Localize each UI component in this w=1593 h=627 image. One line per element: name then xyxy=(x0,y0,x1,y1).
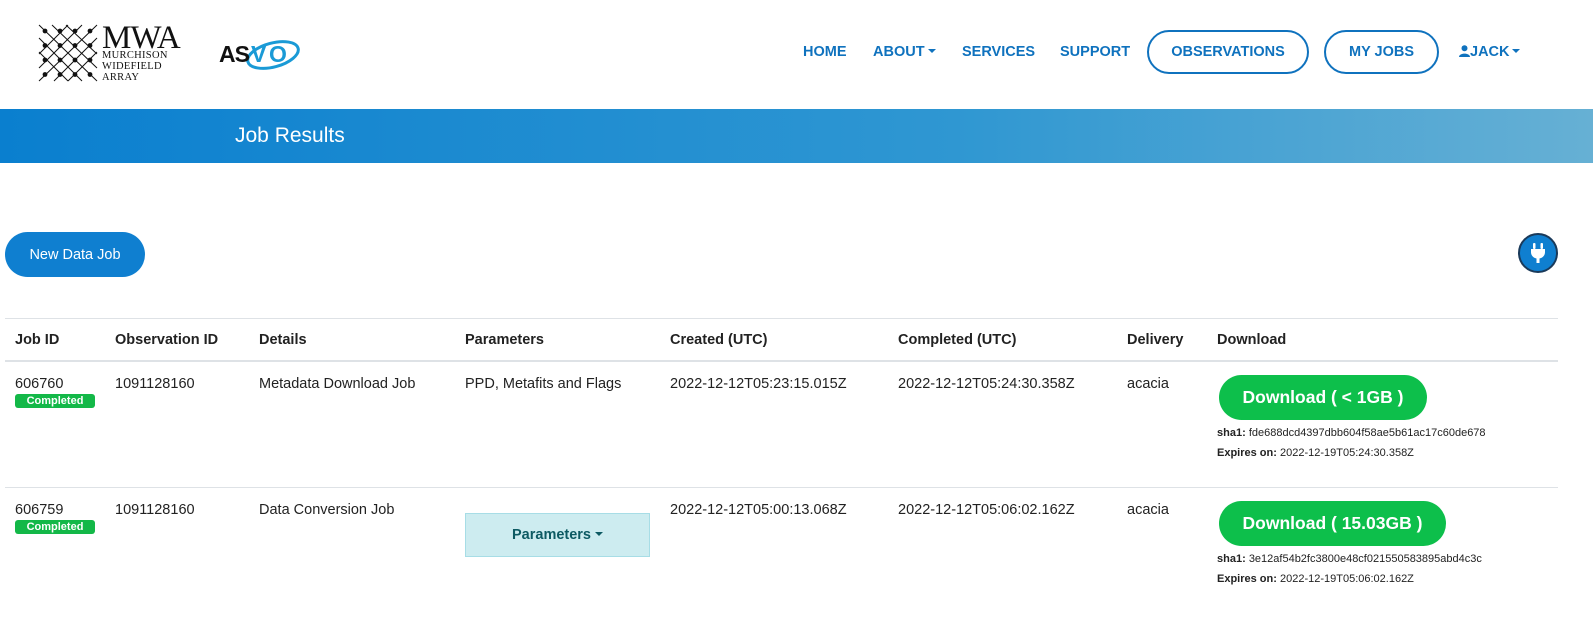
nav-about-label: ABOUT xyxy=(873,44,925,60)
header-download: Download xyxy=(1217,332,1287,348)
download-button[interactable]: Download ( < 1GB ) xyxy=(1219,375,1427,420)
mwa-subtitle: MURCHISON WIDEFIELD ARRAY xyxy=(102,50,168,83)
sha1-label: sha1: xyxy=(1217,553,1246,565)
status-badge: Completed xyxy=(15,394,95,408)
status-badge: Completed xyxy=(15,520,95,534)
my-jobs-button[interactable]: MY JOBS xyxy=(1324,30,1439,74)
svg-text:O: O xyxy=(269,41,287,67)
expires-value: 2022-12-19T05:06:02.162Z xyxy=(1279,573,1414,585)
chevron-down-icon xyxy=(595,532,603,536)
header-completed: Completed (UTC) xyxy=(898,332,1017,348)
mwa-line-1: MURCHISON xyxy=(102,50,168,61)
job-details: Metadata Download Job xyxy=(259,376,416,392)
header-details: Details xyxy=(259,332,307,348)
connection-button[interactable] xyxy=(1518,233,1558,273)
page-banner: Job Results xyxy=(0,109,1593,163)
completed-time: 2022-12-12T05:24:30.358Z xyxy=(898,376,1075,392)
page-title: Job Results xyxy=(235,124,345,147)
user-icon xyxy=(1459,45,1470,57)
sha1-label: sha1: xyxy=(1217,427,1246,439)
expires-value: 2022-12-19T05:24:30.358Z xyxy=(1279,447,1414,459)
job-details: Data Conversion Job xyxy=(259,502,395,518)
new-data-job-button[interactable]: New Data Job xyxy=(5,232,145,277)
created-time: 2022-12-12T05:00:13.068Z xyxy=(670,502,847,518)
chevron-down-icon xyxy=(1512,49,1521,54)
sha1-value: fde688dcd4397dbb604f58ae5b61ac17c60de678 xyxy=(1248,427,1486,439)
mwa-dot-pattern-icon xyxy=(38,24,98,82)
download-button[interactable]: Download ( 15.03GB ) xyxy=(1219,501,1446,546)
mwa-line-2: WIDEFIELD xyxy=(102,61,162,72)
completed-time: 2022-12-12T05:06:02.162Z xyxy=(898,502,1075,518)
table-row-divider xyxy=(5,487,1558,488)
mwa-logo[interactable]: MWA MURCHISON WIDEFIELD ARRAY xyxy=(38,20,198,84)
job-parameters: PPD, Metafits and Flags xyxy=(465,376,622,392)
created-time: 2022-12-12T05:23:15.015Z xyxy=(670,376,847,392)
header-job-id: Job ID xyxy=(15,332,60,348)
expiry-date: Expires on: 2022-12-19T05:24:30.358Z xyxy=(1217,447,1414,459)
top-navbar: MWA MURCHISON WIDEFIELD ARRAY AS V O HOM… xyxy=(0,0,1593,109)
parameters-dropdown-button[interactable]: Parameters xyxy=(465,513,650,557)
user-menu[interactable]: JACK xyxy=(1459,44,1521,60)
observations-button[interactable]: OBSERVATIONS xyxy=(1147,30,1309,74)
mwa-line-3: ARRAY xyxy=(102,72,140,83)
user-name: JACK xyxy=(1470,44,1510,60)
job-id: 606759 xyxy=(15,502,64,518)
expires-label: Expires on: xyxy=(1217,573,1277,585)
asvo-logo[interactable]: AS V O xyxy=(219,35,303,73)
observation-id: 1091128160 xyxy=(115,376,195,392)
sha1-checksum: sha1: fde688dcd4397dbb604f58ae5b61ac17c6… xyxy=(1217,427,1486,439)
delivery-target: acacia xyxy=(1127,376,1169,392)
parameters-button-label: Parameters xyxy=(512,527,591,543)
nav-home[interactable]: HOME xyxy=(803,44,847,60)
plug-icon xyxy=(1531,243,1545,263)
nav-support[interactable]: SUPPORT xyxy=(1060,44,1130,60)
observation-id: 1091128160 xyxy=(115,502,195,518)
chevron-down-icon xyxy=(927,49,936,54)
header-parameters: Parameters xyxy=(465,332,544,348)
header-observation-id: Observation ID xyxy=(115,332,219,348)
header-delivery: Delivery xyxy=(1127,332,1184,348)
nav-about[interactable]: ABOUT xyxy=(873,44,936,60)
nav-services[interactable]: SERVICES xyxy=(962,44,1035,60)
job-id: 606760 xyxy=(15,376,64,392)
sha1-value: 3e12af54b2fc3800e48cf021550583895abd4c3c xyxy=(1248,553,1482,565)
expires-label: Expires on: xyxy=(1217,447,1277,459)
delivery-target: acacia xyxy=(1127,502,1169,518)
table-header-divider xyxy=(5,360,1558,362)
svg-text:V: V xyxy=(251,41,267,67)
header-created: Created (UTC) xyxy=(670,332,768,348)
expiry-date: Expires on: 2022-12-19T05:06:02.162Z xyxy=(1217,573,1414,585)
svg-text:AS: AS xyxy=(219,41,250,67)
table-divider xyxy=(5,318,1558,319)
asvo-logo-icon: AS V O xyxy=(219,40,300,70)
sha1-checksum: sha1: 3e12af54b2fc3800e48cf021550583895a… xyxy=(1217,553,1482,565)
